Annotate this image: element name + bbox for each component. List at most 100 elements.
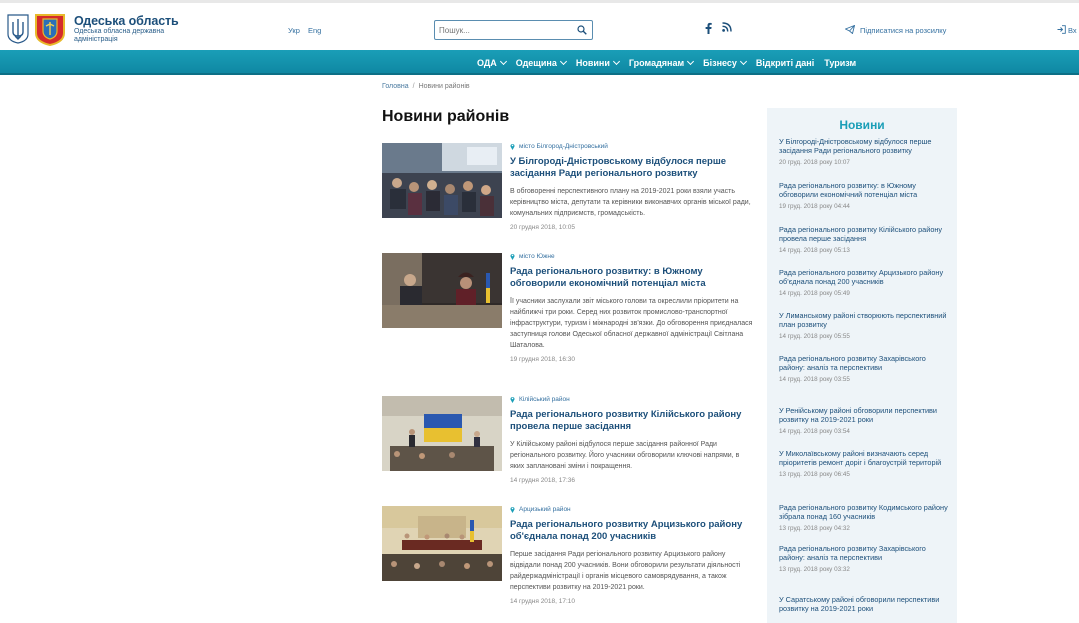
- nav-item-label: Відкриті дані: [755, 57, 815, 68]
- sidebar-news-title[interactable]: Рада регіонального розвитку Кодимського …: [779, 503, 949, 521]
- sidebar-news-title[interactable]: Рада регіонального розвитку Кілійського …: [779, 225, 949, 243]
- sidebar-news-title[interactable]: У Миколаївському районі визначають серед…: [779, 449, 949, 467]
- nav-item-label: Бізнесу: [703, 57, 737, 68]
- news-photo[interactable]: [382, 396, 502, 471]
- news-date: 20 грудня 2018, 10:05: [510, 224, 576, 231]
- facebook-icon[interactable]: [705, 22, 712, 34]
- search-box: [434, 20, 593, 40]
- chevron-down-icon: [612, 57, 620, 65]
- sidebar-news-date: 13 груд. 2018 року 06:45: [779, 471, 850, 478]
- login-icon[interactable]: [1057, 25, 1066, 34]
- news-photo[interactable]: [382, 253, 502, 328]
- news-date: 19 грудня 2018, 16:30: [510, 356, 576, 363]
- rss-icon[interactable]: [722, 22, 732, 32]
- location-pin-icon: [510, 143, 515, 150]
- nav-item[interactable]: Новини: [575, 57, 620, 68]
- breadcrumb-current: Новини районів: [418, 83, 470, 90]
- news-photo[interactable]: [382, 506, 502, 581]
- sidebar-news-title[interactable]: У Лиманському районі створюють перспекти…: [779, 311, 949, 329]
- news-sidebar: Новини У Білгороді-Дністровському відбул…: [767, 108, 957, 623]
- odesa-coat-of-arms-icon[interactable]: [34, 13, 66, 46]
- nav-item[interactable]: Туризм: [824, 58, 856, 68]
- search-icon[interactable]: [577, 25, 587, 35]
- nav-item[interactable]: Одещина: [515, 57, 567, 68]
- news-location: місто Южне: [510, 253, 754, 260]
- location-pin-icon: [510, 396, 515, 403]
- sidebar-title: Новини: [839, 118, 885, 132]
- location-pin-icon: [510, 506, 515, 513]
- news-body: Кілійський район Рада регіонального розв…: [510, 396, 754, 484]
- news-excerpt: В обговоренні перспективного плану на 20…: [510, 188, 751, 217]
- news-photo[interactable]: [382, 143, 502, 218]
- news-location-text[interactable]: місто Южне: [519, 253, 555, 260]
- sidebar-news-date: 14 груд. 2018 року 05:13: [779, 247, 850, 254]
- news-location: Кілійський район: [510, 396, 754, 403]
- chevron-down-icon: [559, 57, 567, 65]
- news-location: місто Білгород-Дністровський: [510, 143, 754, 150]
- search-input[interactable]: [435, 21, 573, 39]
- sidebar-news-item: Рада регіонального розвитку: в Южному об…: [779, 181, 949, 210]
- site-subtitle: Одеська обласна державна адміністрація: [74, 28, 165, 43]
- news-body: місто Южне Рада регіонального розвитку: …: [510, 253, 754, 363]
- news-location-text[interactable]: Кілійський район: [519, 396, 570, 403]
- sidebar-news-title[interactable]: Рада регіонального розвитку Захарівськог…: [779, 544, 949, 562]
- sidebar-news-title[interactable]: У Білгороді-Дністровському відбулося пер…: [779, 137, 949, 155]
- sidebar-news-title[interactable]: Рада регіонального розвитку Захарівськог…: [779, 354, 949, 372]
- nav-item-label: Одещина: [515, 57, 557, 68]
- sidebar-news-item: Рада регіонального розвитку Кодимського …: [779, 503, 949, 532]
- subscribe-link[interactable]: Підписатися на розсилку: [860, 26, 946, 35]
- nav-item-label: Громадянам: [628, 57, 685, 68]
- sidebar-news-date: 14 груд. 2018 року 05:49: [779, 290, 850, 297]
- news-body: місто Білгород-Дністровський У Білгороді…: [510, 143, 754, 231]
- sidebar-news-date: 13 груд. 2018 року 04:32: [779, 525, 850, 532]
- news-body: Арцизький район Рада регіонального розви…: [510, 506, 754, 605]
- nav-item-label: Новини: [575, 57, 610, 68]
- page-title: Новини районів: [382, 108, 510, 125]
- news-title[interactable]: Рада регіонального розвитку Кілійського …: [510, 409, 754, 433]
- news-location-text[interactable]: місто Білгород-Дністровський: [519, 143, 608, 150]
- news-excerpt: Перше засідання Ради регіонального розви…: [510, 551, 741, 591]
- breadcrumb-home[interactable]: Головна: [382, 83, 409, 90]
- sidebar-news-item: Рада регіонального розвитку Арцизького р…: [779, 268, 949, 297]
- sidebar-news-item: У Саратському районі обговорили перспект…: [779, 595, 949, 617]
- sidebar-news-date: 19 груд. 2018 року 04:44: [779, 203, 850, 210]
- ukraine-trident-icon[interactable]: [7, 14, 29, 44]
- nav-item[interactable]: Громадянам: [628, 57, 695, 68]
- nav-item[interactable]: Відкриті дані: [756, 58, 814, 68]
- sidebar-news-item: У Ренійському районі обговорили перспект…: [779, 406, 949, 435]
- news-excerpt: Її учасники заслухали звіт міського голо…: [510, 298, 753, 349]
- lang-ukr-link[interactable]: Укр: [288, 26, 300, 35]
- sidebar-news-item: Рада регіонального розвитку Захарівськог…: [779, 544, 949, 573]
- nav-item[interactable]: ОДА: [477, 57, 507, 68]
- sidebar-news-item: У Білгороді-Дністровському відбулося пер…: [779, 137, 949, 166]
- location-pin-icon: [510, 253, 515, 260]
- sidebar-news-date: 13 груд. 2018 року 03:32: [779, 566, 850, 573]
- sidebar-news-date: 20 груд. 2018 року 10:07: [779, 159, 850, 166]
- site-title[interactable]: Одеська область: [74, 14, 179, 28]
- news-date: 14 грудня 2018, 17:36: [510, 477, 576, 484]
- nav-item-label: Туризм: [824, 57, 857, 68]
- news-date: 14 грудня 2018, 17:10: [510, 598, 576, 605]
- news-title[interactable]: Рада регіонального розвитку Арцизького р…: [510, 519, 754, 543]
- sidebar-news-item: Рада регіонального розвитку Захарівськог…: [779, 354, 949, 383]
- chevron-down-icon: [687, 57, 695, 65]
- lang-eng-link[interactable]: Eng: [308, 26, 321, 35]
- news-location-text[interactable]: Арцизький район: [519, 506, 571, 513]
- sidebar-news-item: Рада регіонального розвитку Кілійського …: [779, 225, 949, 254]
- sidebar-news-date: 14 груд. 2018 року 05:55: [779, 333, 850, 340]
- chevron-down-icon: [499, 57, 507, 65]
- sidebar-news-title[interactable]: У Саратському районі обговорили перспект…: [779, 595, 949, 613]
- sidebar-news-date: 14 груд. 2018 року 03:55: [779, 376, 850, 383]
- sidebar-news-title[interactable]: Рада регіонального розвитку Арцизького р…: [779, 268, 949, 286]
- nav-item[interactable]: Бізнесу: [703, 57, 747, 68]
- sidebar-news-item: У Лиманському районі створюють перспекти…: [779, 311, 949, 340]
- sidebar-news-title[interactable]: У Ренійському районі обговорили перспект…: [779, 406, 949, 424]
- main-nav-items: ОДА Одещина Новини Громадянам Бізнесу Відкрит…: [477, 50, 866, 75]
- news-title[interactable]: У Білгороді-Дністровському відбулося пер…: [510, 156, 754, 180]
- news-title[interactable]: Рада регіонального розвитку: в Южному об…: [510, 266, 754, 290]
- paper-plane-icon[interactable]: [845, 25, 855, 34]
- login-link[interactable]: Вх: [1068, 26, 1077, 35]
- sidebar-news-title[interactable]: Рада регіонального розвитку: в Южному об…: [779, 181, 949, 199]
- sidebar-news-date: 14 груд. 2018 року 03:54: [779, 428, 850, 435]
- breadcrumb: Головна / Новини районів: [382, 83, 470, 90]
